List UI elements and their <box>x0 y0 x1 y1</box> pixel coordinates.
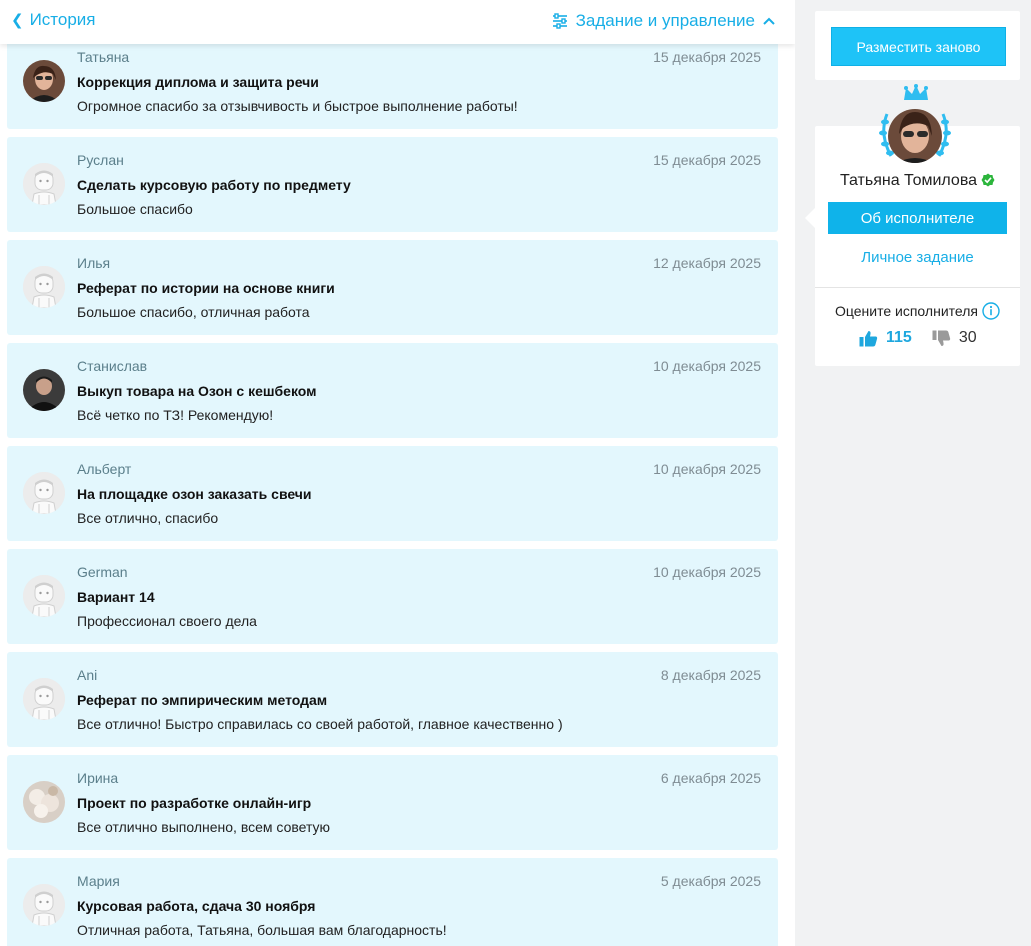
review-item: Ирина 6 декабря 2025 Проект по разработк… <box>7 755 778 850</box>
default-avatar-icon[interactable] <box>23 884 65 926</box>
review-text: Отличная работа, Татьяна, большая вам бл… <box>77 922 447 938</box>
task-title[interactable]: Проект по разработке онлайн-игр <box>77 795 311 811</box>
review-date: 10 декабря 2025 <box>653 358 761 374</box>
default-avatar-icon[interactable] <box>23 678 65 720</box>
back-link[interactable]: ❮ История <box>11 10 96 30</box>
votes-row: 115 30 <box>859 329 977 347</box>
review-item: Руслан 15 декабря 2025 Сделать курсовую … <box>7 137 778 232</box>
personal-task-link[interactable]: Личное задание <box>815 249 1020 266</box>
review-date: 15 декабря 2025 <box>653 152 761 168</box>
thumbs-down-icon <box>932 330 950 346</box>
performer-name-row: Татьяна Томилова <box>815 172 1020 190</box>
task-title[interactable]: Курсовая работа, сдача 30 ноября <box>77 898 315 914</box>
performer-avatar[interactable] <box>877 100 953 168</box>
verified-check-icon <box>981 173 995 187</box>
manage-label: Задание и управление <box>575 11 755 30</box>
reviewer-name[interactable]: Ирина <box>77 770 118 786</box>
about-performer-button[interactable]: Об исполнителе <box>828 202 1007 234</box>
default-avatar-icon[interactable] <box>23 575 65 617</box>
reviewer-name[interactable]: Татьяна <box>77 49 129 65</box>
dislike-button[interactable]: 30 <box>932 329 977 347</box>
crown-icon <box>904 84 928 100</box>
avatar[interactable] <box>23 781 65 823</box>
chevron-left-icon: ❮ <box>11 12 24 29</box>
info-icon[interactable] <box>982 302 1000 320</box>
reviewer-name[interactable]: Станислав <box>77 358 147 374</box>
card-pointer <box>805 208 815 228</box>
review-item: Станислав 10 декабря 2025 Выкуп товара н… <box>7 343 778 438</box>
review-text: Профессионал своего дела <box>77 613 257 629</box>
review-text: Всё четко по ТЗ! Рекомендую! <box>77 407 274 423</box>
performer-name[interactable]: Татьяна Томилова <box>840 172 977 189</box>
repost-card: Разместить заново <box>815 11 1020 80</box>
review-date: 10 декабря 2025 <box>653 461 761 477</box>
default-avatar-icon[interactable] <box>23 163 65 205</box>
review-item: Татьяна 15 декабря 2025 Коррекция диплом… <box>7 34 778 129</box>
review-item: Ani 8 декабря 2025 Реферат по эмпирическ… <box>7 652 778 747</box>
review-date: 12 декабря 2025 <box>653 255 761 271</box>
rate-label: Оцените исполнителя <box>835 303 978 319</box>
task-title[interactable]: Вариант 14 <box>77 589 155 605</box>
reviewer-name[interactable]: Илья <box>77 255 110 271</box>
repost-button[interactable]: Разместить заново <box>831 27 1006 66</box>
chevron-up-icon <box>763 17 775 25</box>
review-text: Большое спасибо <box>77 201 193 217</box>
likes-count: 115 <box>886 329 912 346</box>
review-text: Все отлично! Быстро справилась со своей … <box>77 716 563 732</box>
reviews-list: Татьяна 15 декабря 2025 Коррекция диплом… <box>7 34 778 946</box>
review-date: 5 декабря 2025 <box>660 873 761 889</box>
task-title[interactable]: На площадке озон заказать свечи <box>77 486 312 502</box>
top-bar: ❮ История Задание и управление <box>0 0 795 44</box>
task-title[interactable]: Сделать курсовую работу по предмету <box>77 177 351 193</box>
thumbs-up-icon <box>859 330 878 346</box>
task-management-toggle[interactable]: Задание и управление <box>552 11 775 31</box>
divider <box>815 287 1020 288</box>
dislikes-count: 30 <box>958 329 977 346</box>
task-title[interactable]: Реферат по эмпирическим методам <box>77 692 327 708</box>
review-item: German 10 декабря 2025 Вариант 14 Профес… <box>7 549 778 644</box>
review-text: Все отлично выполнено, всем советую <box>77 819 331 835</box>
main-panel: ❮ История Задание и управление Татьяна 1… <box>0 0 795 946</box>
avatar[interactable] <box>23 369 65 411</box>
reviewer-name[interactable]: German <box>77 564 128 580</box>
task-title[interactable]: Коррекция диплома и защита речи <box>77 74 319 90</box>
back-label: История <box>29 10 96 29</box>
review-date: 15 декабря 2025 <box>653 49 761 65</box>
task-title[interactable]: Реферат по истории на основе книги <box>77 280 335 296</box>
review-text: Все отлично, спасибо <box>77 510 219 526</box>
review-date: 8 декабря 2025 <box>660 667 761 683</box>
like-button[interactable]: 115 <box>859 329 912 347</box>
review-text: Большое спасибо, отличная работа <box>77 304 310 320</box>
review-item: Илья 12 декабря 2025 Реферат по истории … <box>7 240 778 335</box>
review-text: Огромное спасибо за отзывчивость и быстр… <box>77 98 518 114</box>
default-avatar-icon[interactable] <box>23 472 65 514</box>
task-title[interactable]: Выкуп товара на Озон с кешбеком <box>77 383 317 399</box>
settings-sliders-icon <box>552 13 567 29</box>
avatar[interactable] <box>23 60 65 102</box>
reviewer-name[interactable]: Мария <box>77 873 120 889</box>
review-date: 6 декабря 2025 <box>660 770 761 786</box>
default-avatar-icon[interactable] <box>23 266 65 308</box>
review-item: Альберт 10 декабря 2025 На площадке озон… <box>7 446 778 541</box>
review-date: 10 декабря 2025 <box>653 564 761 580</box>
reviewer-name[interactable]: Альберт <box>77 461 131 477</box>
reviewer-name[interactable]: Руслан <box>77 152 124 168</box>
rate-performer-row: Оцените исполнителя <box>815 302 1020 320</box>
review-item: Мария 5 декабря 2025 Курсовая работа, сд… <box>7 858 778 946</box>
reviewer-name[interactable]: Ani <box>77 667 97 683</box>
